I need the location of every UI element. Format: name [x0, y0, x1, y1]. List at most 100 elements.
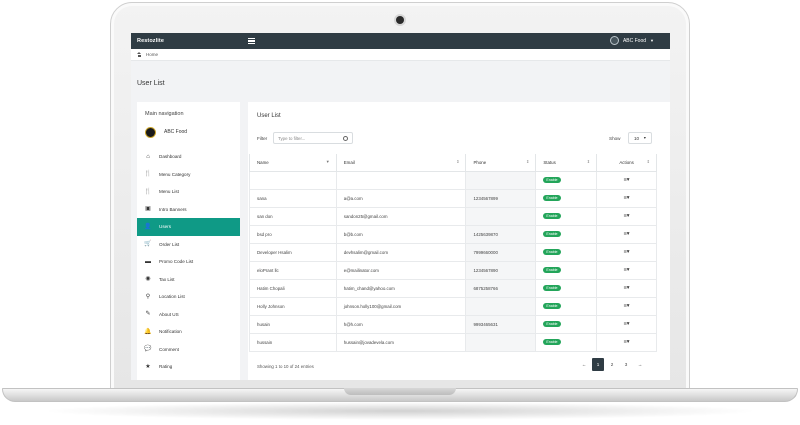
sidebar-item-intro-banners[interactable]: ▣ Intro Banners — [137, 201, 240, 219]
sidebar-item-label: About US — [159, 311, 179, 317]
cell-status: Enable — [535, 188, 598, 208]
pager-next[interactable]: → — [634, 358, 646, 371]
table-row: hussain hussain@jovadevela.com Enable ≡▾ — [249, 332, 657, 352]
home-icon — [137, 52, 142, 57]
cell-status: Enable — [535, 260, 598, 280]
cell-email: e@mailinator.com — [335, 260, 467, 280]
pin-icon: ⚲ — [145, 293, 151, 300]
edit-icon: ✎ — [145, 311, 151, 318]
sidebar-item-comment[interactable]: 💬 Comment — [137, 341, 240, 359]
status-badge[interactable]: Enable — [543, 195, 561, 201]
cell-phone: 1425639870 — [465, 224, 537, 244]
brand-logo-text[interactable]: Restozlite — [137, 38, 164, 44]
sidebar-item-promo-code-list[interactable]: ▬ Promo Code List — [137, 253, 240, 271]
pager-page[interactable]: 1 — [592, 358, 604, 371]
menu-toggle-icon[interactable] — [248, 38, 255, 44]
sort-icon: ▼ — [325, 159, 330, 164]
cell-phone: 7999660000 — [465, 242, 537, 262]
status-badge[interactable]: Enable — [543, 285, 561, 291]
actions-menu-icon[interactable]: ≡▾ — [624, 339, 630, 345]
sidebar: Main navigation ABC Food ⌂ Dashboard 🍴 Menu… — [137, 102, 240, 380]
camera-icon — [396, 16, 404, 24]
status-badge[interactable]: Enable — [543, 339, 561, 345]
status-badge[interactable]: Enable — [543, 321, 561, 327]
table-row: Holly Johnson johnson.holly100@gmail.com E… — [249, 296, 657, 316]
sidebar-item-users[interactable]: 👤 Users — [137, 218, 240, 236]
col-email-header[interactable]: Email ⇕ — [335, 154, 467, 172]
sidebar-item-label: Promo Code List — [159, 259, 194, 265]
cell-actions: ≡▾ — [596, 278, 657, 298]
cell-email: a@a.com — [335, 188, 467, 208]
sort-icon: ⇕ — [646, 159, 650, 164]
breadcrumb-home[interactable]: Home — [146, 52, 158, 57]
cell-email: sandon25@gmail.com — [335, 206, 467, 226]
cell-name: husain — [249, 314, 337, 334]
sidebar-item-label: Rating — [159, 364, 173, 370]
sidebar-item-rating[interactable]: ★ Rating — [137, 358, 240, 376]
status-badge[interactable]: Enable — [543, 177, 561, 183]
pager-page[interactable]: 3 — [620, 358, 632, 371]
actions-menu-icon[interactable]: ≡▾ — [624, 177, 630, 183]
status-badge[interactable]: Enable — [543, 267, 561, 273]
pager-page[interactable]: 2 — [606, 358, 618, 371]
tax-icon: ◉ — [145, 276, 151, 283]
sidebar-item-about-us[interactable]: ✎ About US — [137, 306, 240, 324]
actions-menu-icon[interactable]: ≡▾ — [624, 231, 630, 237]
actions-menu-icon[interactable]: ≡▾ — [624, 249, 630, 255]
sidebar-item-location-list[interactable]: ⚲ Location List — [137, 288, 240, 306]
cell-email: johnson.holly100@gmail.com — [335, 296, 467, 316]
col-phone-header[interactable]: Phone ⇕ — [465, 154, 537, 172]
laptop-notch — [344, 388, 456, 395]
sidebar-item-label: Notification — [159, 329, 182, 335]
sidebar-item-menu-list[interactable]: 🍴 Menu List — [137, 183, 240, 201]
actions-menu-icon[interactable]: ≡▾ — [624, 285, 630, 291]
sidebar-item-tax-list[interactable]: ◉ Tax List — [137, 271, 240, 289]
sidebar-item-label: Location List — [159, 294, 185, 300]
table-row: Developer Hsalim devhsalim@gmail.com 79996… — [249, 242, 657, 262]
status-badge[interactable]: Enable — [543, 213, 561, 219]
sidebar-item-menu-category[interactable]: 🍴 Menu Category — [137, 166, 240, 184]
cell-status: Enable — [535, 242, 598, 262]
actions-menu-icon[interactable]: ≡▾ — [624, 321, 630, 327]
pagination: ← 1 2 3 → — [578, 358, 646, 371]
pager-prev[interactable]: ← — [578, 358, 590, 371]
page-size-select[interactable]: 10 ▼ — [628, 132, 652, 144]
sidebar-nav: ⌂ Dashboard 🍴 Menu Category 🍴 Menu List ▣ Intro… — [137, 148, 240, 376]
col-actions-header[interactable]: Actions ⇕ — [596, 154, 657, 172]
sidebar-item-notification[interactable]: 🔔 Notification — [137, 323, 240, 341]
cell-name: san don — [249, 206, 337, 226]
sidebar-item-label: Intro Banners — [159, 206, 187, 212]
avatar — [609, 36, 619, 45]
status-badge[interactable]: Enable — [543, 231, 561, 237]
cell-status: Enable — [535, 296, 598, 316]
cell-actions: ≡▾ — [596, 242, 657, 262]
sidebar-item-label: Menu List — [159, 189, 179, 195]
cell-status: Enable — [535, 224, 598, 244]
table-header-row: Name ▼ Email ⇕ Phone ⇕ Status ⇕ Actions ⇕ — [249, 154, 657, 172]
cell-phone: 1234567899 — [465, 188, 537, 208]
cell-name: Developer Hsalim — [249, 242, 337, 262]
actions-menu-icon[interactable]: ≡▾ — [624, 303, 630, 309]
cell-actions: ≡▾ — [596, 260, 657, 280]
actions-menu-icon[interactable]: ≡▾ — [624, 195, 630, 201]
col-status-header[interactable]: Status ⇕ — [535, 154, 598, 172]
cell-phone — [465, 332, 537, 352]
cell-email: hussain@jovadevela.com — [335, 332, 467, 352]
col-name-header[interactable]: Name ▼ — [249, 154, 337, 172]
user-menu[interactable]: ABC Food ▼ — [609, 36, 654, 45]
cell-name: bsd pro — [249, 224, 337, 244]
sort-icon: ⇕ — [525, 159, 530, 164]
actions-menu-icon[interactable]: ≡▾ — [624, 213, 630, 219]
filter-input[interactable]: Type to filter... — [273, 132, 353, 144]
status-badge[interactable]: Enable — [543, 303, 561, 309]
sidebar-item-dashboard[interactable]: ⌂ Dashboard — [137, 148, 240, 166]
cell-status: Enable — [535, 278, 598, 298]
sidebar-item-order-list[interactable]: 🛒 Order List — [137, 236, 240, 254]
cell-name: hussain — [249, 332, 337, 352]
sidebar-item-label: Tax List — [159, 276, 175, 282]
cell-phone — [465, 206, 537, 226]
actions-menu-icon[interactable]: ≡▾ — [624, 267, 630, 273]
cell-phone: 6875258766 — [465, 278, 537, 298]
cell-phone: 9993465631 — [465, 314, 537, 334]
status-badge[interactable]: Enable — [543, 249, 561, 255]
